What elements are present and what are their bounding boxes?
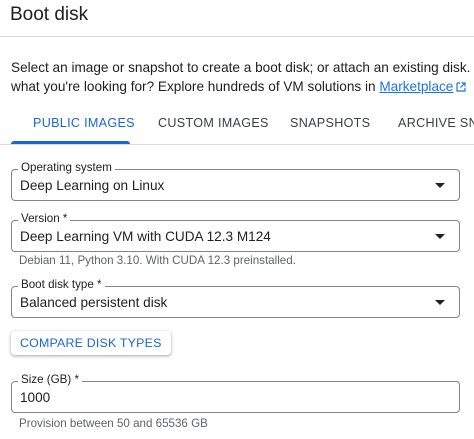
page-title: Boot disk bbox=[10, 4, 89, 25]
operating-system-select[interactable]: Operating system Deep Learning on Linux bbox=[11, 161, 460, 201]
size-hint: Provision between 50 and 65536 GB bbox=[19, 417, 208, 430]
arrow-drop-down-icon bbox=[435, 234, 445, 239]
version-value: Deep Learning VM with CUDA 12.3 M124 bbox=[20, 229, 271, 244]
arrow-drop-down-icon bbox=[435, 300, 445, 305]
version-select[interactable]: Version * Deep Learning VM with CUDA 12.… bbox=[11, 212, 460, 252]
intro-line-1: Select an image or snapshot to create a … bbox=[11, 60, 474, 75]
compare-disk-types-button[interactable]: COMPARE DISK TYPES bbox=[11, 331, 171, 355]
boot-disk-type-value: Balanced persistent disk bbox=[20, 295, 168, 310]
size-label: Size (GB) * bbox=[18, 373, 82, 387]
operating-system-label: Operating system bbox=[18, 161, 115, 175]
arrow-drop-down-icon bbox=[435, 183, 445, 188]
intro-text: Select an image or snapshot to create a … bbox=[11, 58, 474, 96]
image-source-tabs: PUBLIC IMAGES CUSTOM IMAGES SNAPSHOTS AR… bbox=[0, 104, 474, 145]
marketplace-link-label: Marketplace bbox=[379, 79, 454, 94]
boot-disk-panel: Boot disk Select an image or snapshot to… bbox=[0, 0, 474, 439]
size-input[interactable]: Size (GB) * 1000 bbox=[11, 373, 460, 413]
tab-snapshots[interactable]: SNAPSHOTS bbox=[290, 104, 370, 144]
marketplace-link[interactable]: Marketplace bbox=[379, 79, 466, 94]
open-in-new-icon bbox=[456, 82, 466, 92]
boot-disk-type-label: Boot disk type * bbox=[18, 278, 105, 292]
intro-line-2-text: what you're looking for? Explore hundred… bbox=[11, 79, 380, 94]
size-value: 1000 bbox=[20, 390, 51, 405]
boot-disk-type-select[interactable]: Boot disk type * Balanced persistent dis… bbox=[11, 278, 460, 318]
operating-system-value: Deep Learning on Linux bbox=[20, 178, 165, 193]
active-tab-indicator bbox=[11, 141, 130, 144]
tab-public-images[interactable]: PUBLIC IMAGES bbox=[33, 104, 135, 144]
tab-custom-images[interactable]: CUSTOM IMAGES bbox=[158, 104, 269, 144]
version-hint: Debian 11, Python 3.10. With CUDA 12.3 p… bbox=[19, 254, 296, 267]
tab-archive-snapshots[interactable]: ARCHIVE SNAPSHOTS bbox=[398, 104, 474, 144]
version-label: Version * bbox=[18, 212, 71, 226]
intro-line-2: what you're looking for? Explore hundred… bbox=[11, 77, 474, 96]
title-divider bbox=[0, 36, 474, 37]
